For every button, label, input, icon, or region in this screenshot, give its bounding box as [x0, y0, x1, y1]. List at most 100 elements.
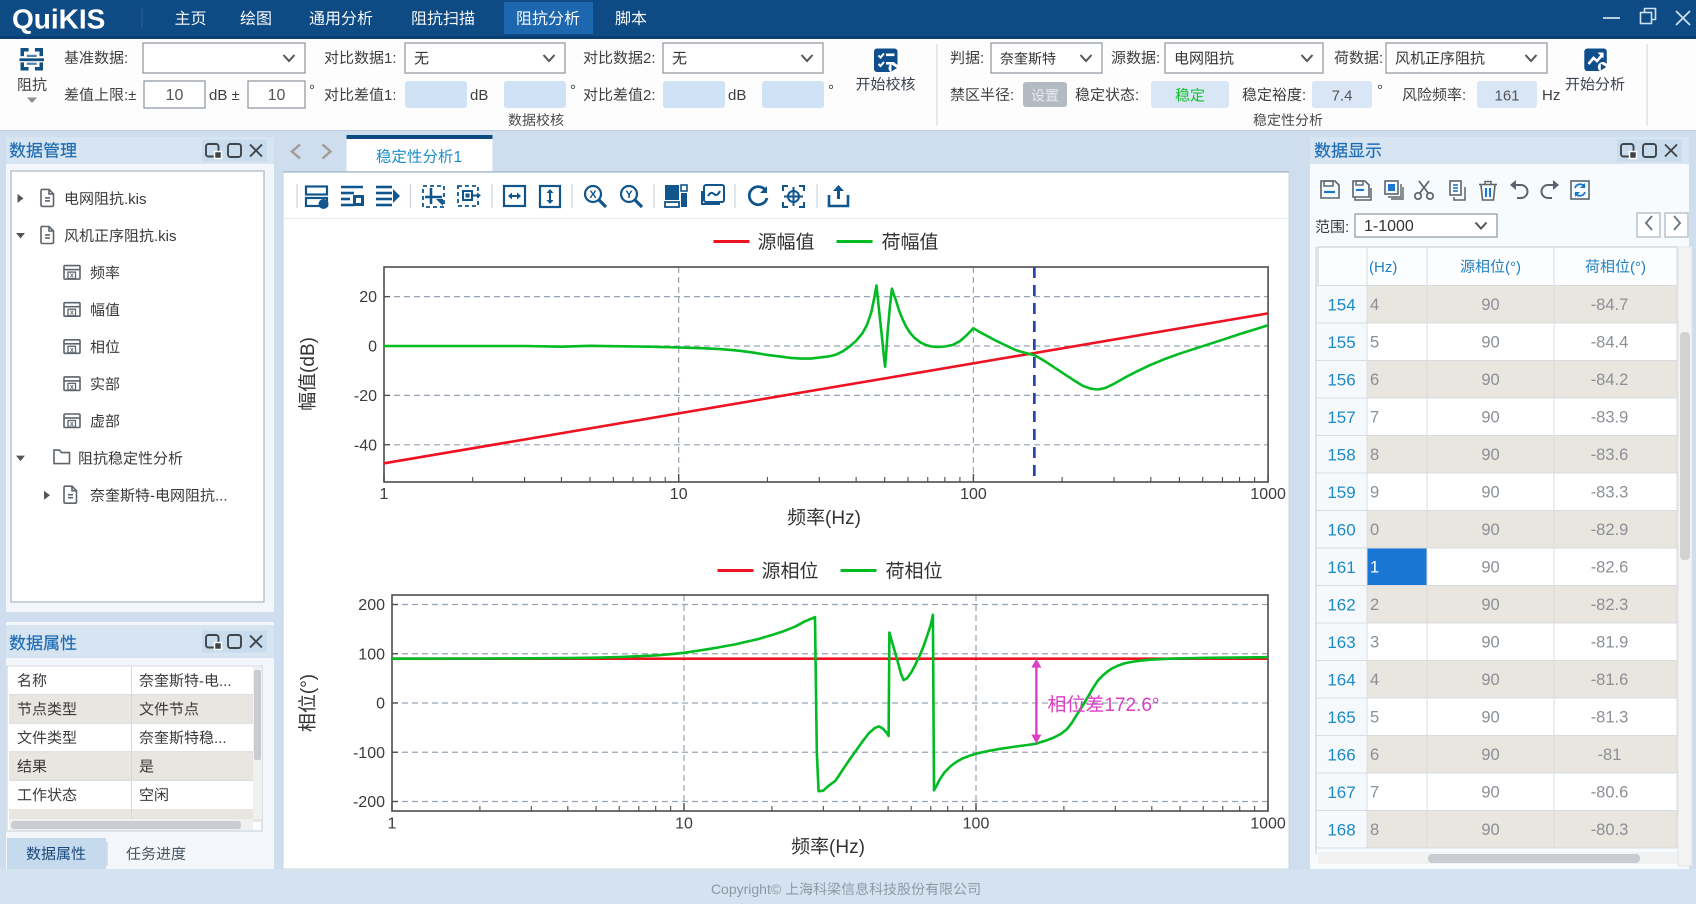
- svg-text:10: 10: [268, 87, 286, 104]
- svg-text:6: 6: [1370, 371, 1379, 389]
- svg-text:2:: 2:: [643, 50, 656, 67]
- svg-text:°: °: [570, 82, 576, 99]
- svg-text:164: 164: [1327, 670, 1355, 689]
- svg-text::: :: [1379, 50, 1383, 67]
- svg-text:1000: 1000: [1250, 486, 1286, 503]
- svg-text:-82.6: -82.6: [1591, 558, 1629, 576]
- svg-text:90: 90: [1481, 371, 1499, 389]
- svg-text:-20: -20: [354, 388, 377, 405]
- svg-text:Y: Y: [625, 189, 633, 201]
- svg-text:172.6°: 172.6°: [1104, 695, 1159, 716]
- svg-text:90: 90: [1481, 408, 1499, 426]
- svg-text:8: 8: [1370, 821, 1379, 839]
- svg-text:1: 1: [1370, 558, 1379, 576]
- svg-text:-81.3: -81.3: [1591, 708, 1629, 726]
- svg-text:-82.3: -82.3: [1591, 596, 1629, 614]
- svg-text:-100: -100: [353, 745, 385, 762]
- svg-text::: :: [1135, 87, 1139, 104]
- svg-text:-: -: [199, 673, 204, 690]
- svg-text:dB: dB: [470, 87, 488, 104]
- svg-text:200: 200: [358, 597, 385, 614]
- svg-text:1000: 1000: [1250, 816, 1286, 833]
- svg-text:0: 0: [376, 696, 385, 713]
- svg-text:-83.3: -83.3: [1591, 483, 1629, 501]
- svg-text:-81.9: -81.9: [1591, 633, 1629, 651]
- svg-text:-80.3: -80.3: [1591, 821, 1629, 839]
- svg-text:1: 1: [453, 149, 462, 166]
- svg-text:161: 161: [1494, 88, 1519, 105]
- svg-text:8: 8: [1370, 446, 1379, 464]
- svg-text:dB: dB: [728, 87, 746, 104]
- svg-text:10: 10: [166, 87, 184, 104]
- svg-text:1-1000: 1-1000: [1364, 218, 1414, 235]
- svg-text:10: 10: [670, 486, 688, 503]
- svg-text::: :: [1302, 87, 1306, 104]
- svg-text:-84.7: -84.7: [1591, 296, 1629, 314]
- svg-text:°: °: [828, 82, 834, 99]
- svg-text:168: 168: [1327, 820, 1355, 839]
- svg-text:3: 3: [1370, 633, 1379, 651]
- svg-text:-84.2: -84.2: [1591, 371, 1629, 389]
- svg-text:20: 20: [359, 289, 377, 306]
- svg-text:90: 90: [1481, 521, 1499, 539]
- svg-text:(°): (°): [1630, 259, 1646, 276]
- svg-text:90: 90: [1481, 633, 1499, 651]
- svg-text:7.4: 7.4: [1332, 88, 1353, 105]
- svg-text:.kis: .kis: [124, 191, 147, 208]
- svg-text:°: °: [1377, 82, 1383, 99]
- svg-text:...: ...: [215, 488, 228, 505]
- svg-text:7: 7: [1370, 408, 1379, 426]
- svg-text:90: 90: [1481, 558, 1499, 576]
- svg-text:(Hz): (Hz): [1369, 259, 1397, 276]
- svg-text:X: X: [589, 189, 597, 201]
- svg-text:dB ±: dB ±: [209, 87, 240, 104]
- svg-text:(Hz): (Hz): [825, 508, 861, 529]
- svg-text:5: 5: [1370, 708, 1379, 726]
- svg-text:90: 90: [1481, 783, 1499, 801]
- svg-text:-80.6: -80.6: [1591, 783, 1629, 801]
- svg-text:-82.9: -82.9: [1591, 521, 1629, 539]
- svg-text:QuiKIS: QuiKIS: [12, 4, 105, 35]
- svg-text:1:: 1:: [384, 50, 397, 67]
- svg-text:...: ...: [214, 730, 227, 747]
- svg-text:x: x: [70, 384, 74, 391]
- svg-text:0: 0: [368, 339, 377, 356]
- svg-text:1:: 1:: [384, 87, 397, 104]
- svg-text:4: 4: [1370, 296, 1379, 314]
- svg-text:166: 166: [1327, 745, 1355, 764]
- svg-text:167: 167: [1327, 783, 1355, 802]
- svg-text:-: -: [150, 488, 155, 505]
- svg-text:(°): (°): [298, 674, 319, 694]
- svg-text:7: 7: [1370, 783, 1379, 801]
- svg-text:-84.4: -84.4: [1591, 333, 1629, 351]
- svg-text:161: 161: [1327, 558, 1355, 577]
- svg-text:(Hz): (Hz): [829, 837, 865, 858]
- svg-text:-40: -40: [354, 437, 377, 454]
- svg-text:-83.9: -83.9: [1591, 408, 1629, 426]
- svg-text:x: x: [70, 273, 74, 280]
- svg-text:90: 90: [1481, 483, 1499, 501]
- svg-text::: :: [1462, 87, 1466, 104]
- svg-text:158: 158: [1327, 445, 1355, 464]
- svg-text:(dB): (dB): [298, 337, 319, 373]
- svg-text:90: 90: [1481, 596, 1499, 614]
- svg-text:-81.6: -81.6: [1591, 671, 1629, 689]
- svg-text:100: 100: [358, 646, 385, 663]
- svg-text:2: 2: [1370, 596, 1379, 614]
- svg-text:90: 90: [1481, 333, 1499, 351]
- svg-text:-83.6: -83.6: [1591, 446, 1629, 464]
- svg-text:2:: 2:: [643, 87, 656, 104]
- svg-text:159: 159: [1327, 483, 1355, 502]
- svg-text:90: 90: [1481, 746, 1499, 764]
- svg-text:156: 156: [1327, 370, 1355, 389]
- svg-text:155: 155: [1327, 333, 1355, 352]
- svg-text::: :: [124, 50, 128, 67]
- svg-text:90: 90: [1481, 671, 1499, 689]
- svg-text:100: 100: [963, 816, 990, 833]
- svg-text::: :: [1156, 50, 1160, 67]
- svg-text:x: x: [70, 347, 74, 354]
- svg-text:162: 162: [1327, 595, 1355, 614]
- svg-text:90: 90: [1481, 446, 1499, 464]
- svg-text:°: °: [309, 82, 315, 99]
- svg-text:90: 90: [1481, 821, 1499, 839]
